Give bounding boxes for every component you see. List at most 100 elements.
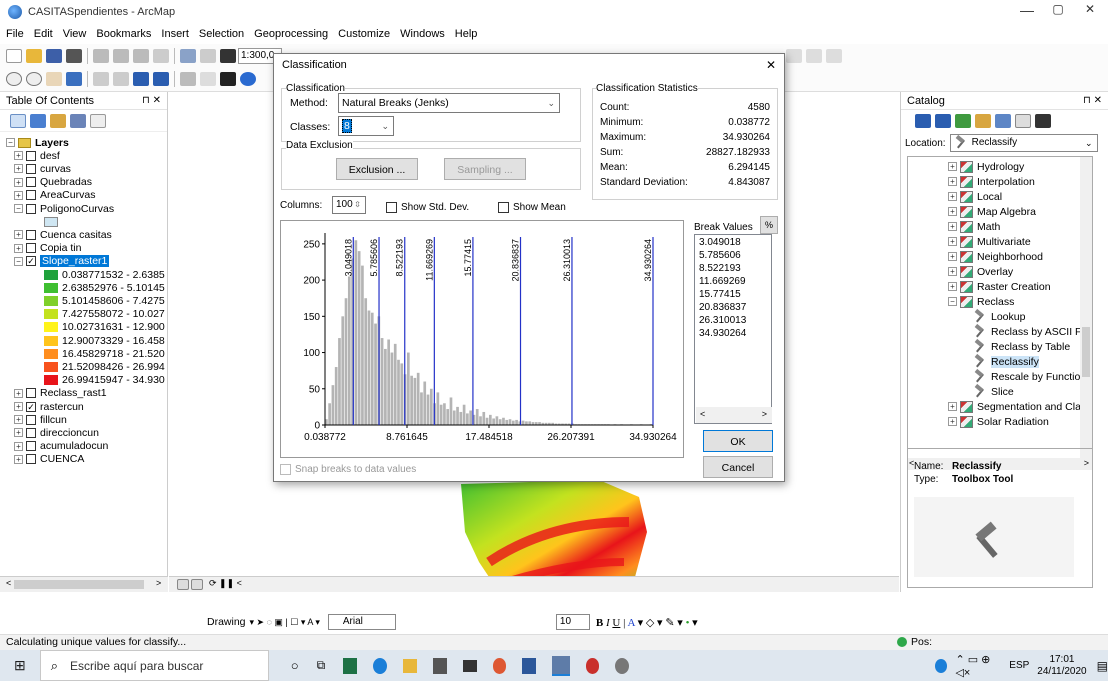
legend-swatch[interactable] [44, 282, 58, 293]
catalog-item-reclass-by-ascii-fil[interactable]: Reclass by ASCII Fil [974, 324, 1086, 339]
layer-areacurvas[interactable]: + AreaCurvas [14, 189, 95, 202]
method-select[interactable]: Natural Breaks (Jenks) ⌄ [338, 93, 560, 113]
chrome-icon[interactable] [492, 657, 507, 674]
catalog-vscrollbar[interactable] [1080, 157, 1092, 459]
fixed-zoom-in-icon[interactable] [93, 72, 109, 86]
menu-help[interactable]: Help [455, 28, 478, 40]
expand-icon[interactable]: + [948, 417, 957, 426]
globe-icon[interactable] [66, 72, 82, 86]
layer-checkbox[interactable] [26, 427, 36, 438]
forward-icon[interactable] [153, 72, 169, 86]
legend-class[interactable]: 7.427558072 - 10.027 [44, 308, 165, 321]
menu-customize[interactable]: Customize [338, 28, 390, 40]
list-by-source-icon[interactable] [30, 113, 46, 128]
catalog-item-reclass-by-table[interactable]: Reclass by Table [974, 339, 1070, 354]
cortana-icon[interactable]: ○ [291, 658, 299, 673]
toc-pin-close[interactable]: ⊓ ✕ [142, 95, 161, 106]
identify-icon[interactable] [240, 72, 256, 86]
new-icon[interactable] [6, 49, 22, 63]
print-icon[interactable] [66, 49, 82, 63]
data-view-icon[interactable] [177, 579, 189, 590]
catalog-item-hydrology[interactable]: + Hydrology [948, 159, 1024, 174]
home-icon[interactable] [975, 114, 991, 128]
close-window-button[interactable]: ✕ [1075, 2, 1105, 16]
cancel-button[interactable]: Cancel [703, 456, 773, 478]
sampling-button[interactable]: Sampling ... [444, 158, 526, 180]
exclusion-button[interactable]: Exclusion ... [336, 158, 418, 180]
list-by-drawing-order-icon[interactable] [10, 113, 26, 128]
layer-quebradas[interactable]: + Quebradas [14, 176, 92, 189]
expand-icon[interactable]: + [948, 402, 957, 411]
options-icon[interactable] [90, 113, 106, 128]
menu-view[interactable]: View [63, 28, 87, 40]
clock[interactable]: 17:01 24/11/2020 [1037, 654, 1086, 678]
layer-checkbox[interactable]: ✓ [26, 401, 36, 412]
fixed-zoom-out-icon[interactable] [113, 72, 129, 86]
menu-geoprocessing[interactable]: Geoprocessing [254, 28, 328, 40]
select-features-icon[interactable] [180, 72, 196, 86]
layer-checkbox[interactable] [26, 177, 36, 188]
show-mean-checkbox[interactable]: Show Mean [498, 202, 566, 213]
collapse-icon[interactable]: − [14, 256, 23, 266]
layer-rastercun[interactable]: + ✓ rastercun [14, 400, 84, 413]
collapse-icon[interactable]: − [14, 204, 23, 214]
location-select[interactable]: Reclassify ⌄ [949, 134, 1098, 152]
excel-icon[interactable] [343, 657, 358, 674]
break-value[interactable]: 20.836837 [699, 302, 746, 313]
arcmap-taskbar-icon[interactable] [552, 655, 570, 676]
catalog-item-local[interactable]: + Local [948, 189, 1002, 204]
layer-checkbox[interactable] [26, 203, 36, 214]
connect-folder-icon[interactable] [995, 114, 1011, 128]
expand-icon[interactable]: + [14, 428, 23, 438]
expand-icon[interactable]: + [948, 162, 957, 171]
taskbar-search[interactable]: ⌕ Escribe aquí para buscar [39, 650, 269, 681]
catalog-item-lookup[interactable]: Lookup [974, 309, 1025, 324]
layer-cuenca-casitas[interactable]: + Cuenca casitas [14, 228, 112, 241]
menu-insert[interactable]: Insert [161, 28, 189, 40]
legend-class[interactable]: 26.99415947 - 34.930 [44, 374, 165, 387]
legend-swatch[interactable] [44, 348, 58, 359]
legend-swatch[interactable] [44, 322, 58, 333]
collapse-icon[interactable]: − [6, 138, 15, 148]
language-indicator[interactable]: ESP [1009, 660, 1029, 671]
arctoolbox-icon[interactable] [826, 49, 842, 63]
cut-icon[interactable] [93, 49, 109, 63]
expand-icon[interactable]: + [948, 207, 957, 216]
menu-bookmarks[interactable]: Bookmarks [96, 28, 151, 40]
expand-icon[interactable]: + [948, 282, 957, 291]
word-icon[interactable] [522, 657, 537, 674]
layer-copia-tin[interactable]: + Copia tin [14, 242, 81, 255]
menu-file[interactable]: File [6, 28, 24, 40]
break-value[interactable]: 11.669269 [699, 276, 746, 287]
expand-icon[interactable]: + [948, 222, 957, 231]
catalog-item-neighborhood[interactable]: + Neighborhood [948, 249, 1043, 264]
minimize-button[interactable]: — [1012, 2, 1042, 18]
layers-group[interactable]: − Layers [6, 136, 69, 149]
catalog-item-math[interactable]: + Math [948, 219, 1000, 234]
break-value[interactable]: 3.049018 [699, 237, 741, 248]
catalog-item-interpolation[interactable]: + Interpolation [948, 174, 1035, 189]
legend-class[interactable]: 12.90073329 - 16.458 [44, 334, 165, 347]
layer-slope-raster1[interactable]: − ✓ Slope_raster1 [14, 255, 110, 268]
catalog-item-rescale-by-functio[interactable]: Rescale by Functio [974, 369, 1080, 384]
legend-swatch[interactable] [44, 335, 58, 346]
layer-checkbox[interactable] [26, 229, 36, 240]
percent-button[interactable]: % [760, 216, 778, 234]
legend-swatch[interactable] [44, 375, 58, 386]
expand-icon[interactable]: + [14, 441, 23, 451]
break-value[interactable]: 8.522193 [699, 263, 741, 274]
save-icon[interactable] [46, 49, 62, 63]
expand-icon[interactable]: + [14, 243, 23, 253]
menu-selection[interactable]: Selection [199, 28, 244, 40]
layer-checkbox[interactable] [26, 414, 36, 425]
break-value[interactable]: 5.785606 [699, 250, 741, 261]
menu-windows[interactable]: Windows [400, 28, 445, 40]
refresh-icon[interactable]: ⟳ ❚❚ < [209, 578, 242, 589]
delete-icon[interactable] [153, 49, 169, 63]
legend-swatch[interactable] [44, 269, 58, 280]
layer-checkbox[interactable] [26, 163, 36, 174]
break-value[interactable]: 34.930264 [699, 328, 746, 339]
maximize-button[interactable]: ▢ [1043, 2, 1073, 16]
legend-class[interactable]: 0.038771532 - 2.6385 [44, 268, 165, 281]
polygon-symbol[interactable] [44, 215, 62, 228]
